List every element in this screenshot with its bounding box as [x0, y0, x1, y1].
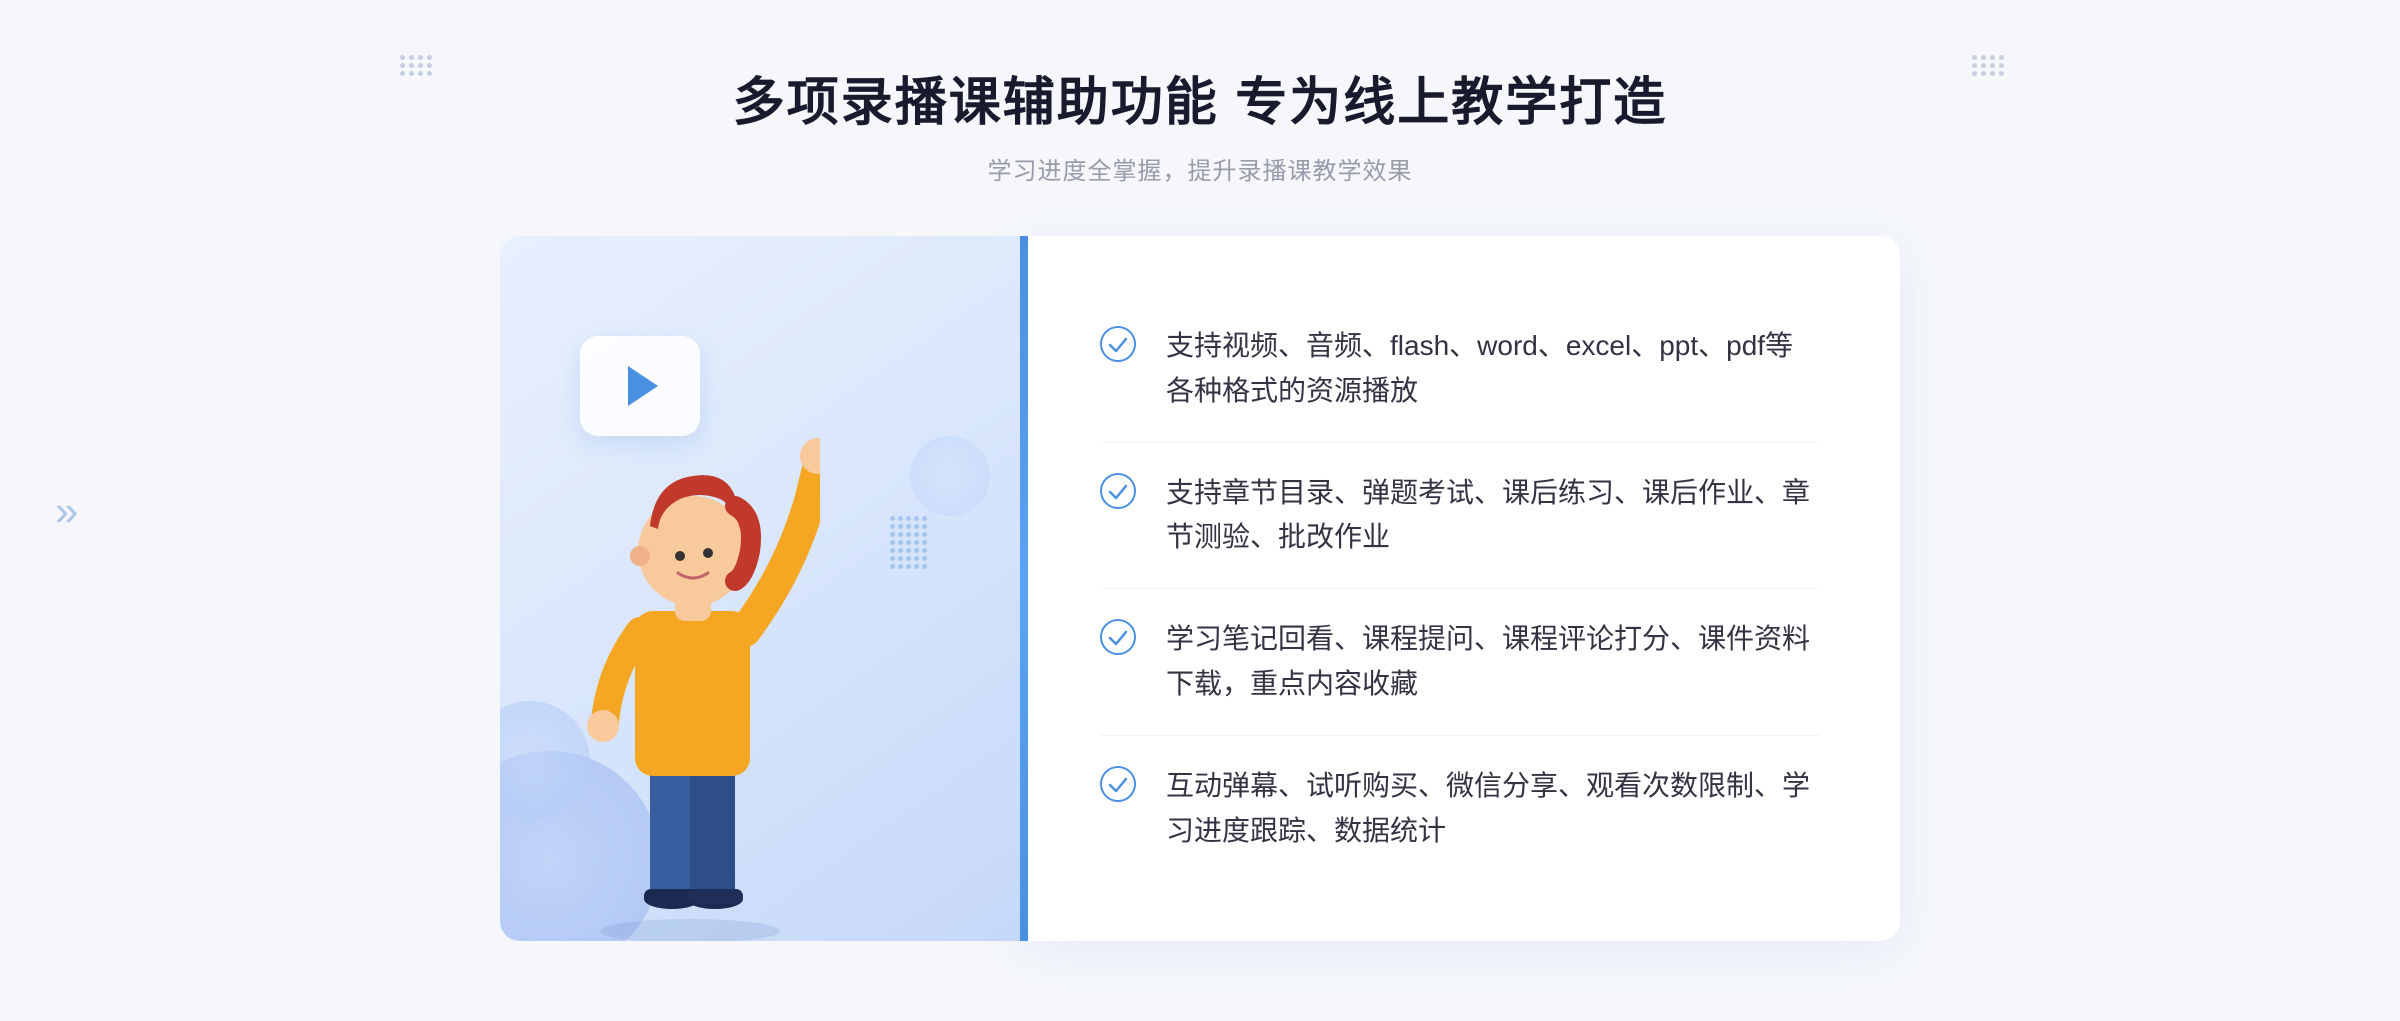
outer-arrow-left: »	[55, 487, 78, 535]
feature-item-1: 支持视频、音频、flash、word、excel、ppt、pdf等各种格式的资源…	[1100, 296, 1820, 443]
check-icon-3	[1100, 619, 1136, 655]
feature-item-2: 支持章节目录、弹题考试、课后练习、课后作业、章节测验、批改作业	[1100, 443, 1820, 590]
person-illustration	[560, 341, 820, 941]
content-area: 支持视频、音频、flash、word、excel、ppt、pdf等各种格式的资源…	[500, 236, 1900, 941]
feature-item-3: 学习笔记回看、课程提问、课程评论打分、课件资料下载，重点内容收藏	[1100, 589, 1820, 736]
illustration-panel	[500, 236, 1020, 941]
feature-text-2: 支持章节目录、弹题考试、课后练习、课后作业、章节测验、批改作业	[1166, 471, 1820, 561]
feature-text-3: 学习笔记回看、课程提问、课程评论打分、课件资料下载，重点内容收藏	[1166, 617, 1820, 707]
check-icon-1	[1100, 326, 1136, 362]
page-container: 多项录播课辅助功能 专为线上教学打造 学习进度全掌握，提升录播课教学效果	[0, 0, 2400, 1021]
feature-text-4: 互动弹幕、试听购买、微信分享、观看次数限制、学习进度跟踪、数据统计	[1166, 764, 1820, 854]
page-title: 多项录播课辅助功能 专为线上教学打造	[733, 60, 1667, 135]
feature-text-1: 支持视频、音频、flash、word、excel、ppt、pdf等各种格式的资源…	[1166, 324, 1820, 414]
feature-item-4: 互动弹幕、试听购买、微信分享、观看次数限制、学习进度跟踪、数据统计	[1100, 736, 1820, 882]
header-section: 多项录播课辅助功能 专为线上教学打造 学习进度全掌握，提升录播课教学效果	[733, 60, 1667, 186]
features-panel: 支持视频、音频、flash、word、excel、ppt、pdf等各种格式的资源…	[1020, 236, 1900, 941]
check-icon-2	[1100, 473, 1136, 509]
dots-decoration-left	[400, 55, 428, 75]
dots-decoration-right	[1972, 55, 2000, 75]
deco-circle-small	[910, 436, 990, 516]
stripes-decoration	[890, 516, 960, 596]
check-icon-4	[1100, 766, 1136, 802]
accent-bar	[1020, 236, 1028, 941]
page-subtitle: 学习进度全掌握，提升录播课教学效果	[733, 151, 1667, 186]
